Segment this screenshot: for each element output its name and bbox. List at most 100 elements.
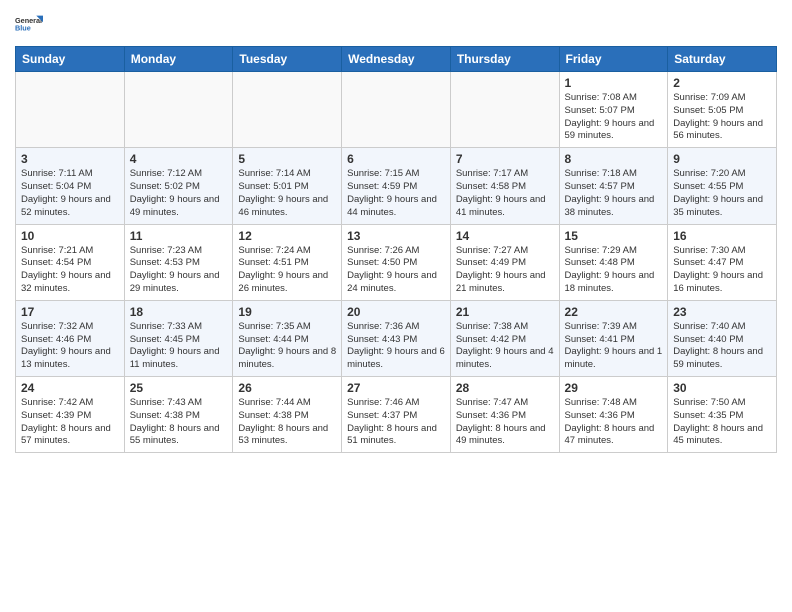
day-info: Sunrise: 7:43 AMSunset: 4:38 PMDaylight:…	[130, 397, 228, 448]
day-info: Sunrise: 7:32 AMSunset: 4:46 PMDaylight:…	[21, 321, 119, 372]
day-cell: 9 Sunrise: 7:20 AMSunset: 4:55 PMDaylight…	[668, 148, 777, 224]
day-info: Sunrise: 7:36 AMSunset: 4:43 PMDaylight:…	[347, 321, 445, 372]
col-header-tuesday: Tuesday	[233, 47, 342, 72]
day-number: 20	[347, 305, 445, 319]
col-header-friday: Friday	[559, 47, 668, 72]
day-cell: 30 Sunrise: 7:50 AMSunset: 4:35 PMDayligh…	[668, 377, 777, 453]
day-number: 25	[130, 381, 228, 395]
day-info: Sunrise: 7:47 AMSunset: 4:36 PMDaylight:…	[456, 397, 554, 448]
day-cell: 8 Sunrise: 7:18 AMSunset: 4:57 PMDaylight…	[559, 148, 668, 224]
col-header-monday: Monday	[124, 47, 233, 72]
week-row-1: 1Sunrise: 7:08 AMSunset: 5:07 PMDaylight…	[16, 72, 777, 148]
day-number: 10	[21, 229, 119, 243]
day-info: Sunrise: 7:29 AMSunset: 4:48 PMDaylight:…	[565, 245, 663, 296]
day-info: Sunrise: 7:09 AMSunset: 5:05 PMDaylight:…	[673, 92, 771, 143]
day-number: 7	[456, 152, 554, 166]
day-info: Sunrise: 7:50 AMSunset: 4:35 PMDaylight:…	[673, 397, 771, 448]
day-info: Sunrise: 7:38 AMSunset: 4:42 PMDaylight:…	[456, 321, 554, 372]
day-info: Sunrise: 7:24 AMSunset: 4:51 PMDaylight:…	[238, 245, 336, 296]
day-cell: 14 Sunrise: 7:27 AMSunset: 4:49 PMDayligh…	[450, 224, 559, 300]
day-info: Sunrise: 7:46 AMSunset: 4:37 PMDaylight:…	[347, 397, 445, 448]
day-cell: 3Sunrise: 7:11 AMSunset: 5:04 PMDaylight…	[16, 148, 125, 224]
week-row-4: 17 Sunrise: 7:32 AMSunset: 4:46 PMDayligh…	[16, 300, 777, 376]
day-cell: 16 Sunrise: 7:30 AMSunset: 4:47 PMDayligh…	[668, 224, 777, 300]
day-cell: 15 Sunrise: 7:29 AMSunset: 4:48 PMDayligh…	[559, 224, 668, 300]
day-cell: 20 Sunrise: 7:36 AMSunset: 4:43 PMDayligh…	[342, 300, 451, 376]
day-info: Sunrise: 7:44 AMSunset: 4:38 PMDaylight:…	[238, 397, 336, 448]
day-info: Sunrise: 7:35 AMSunset: 4:44 PMDaylight:…	[238, 321, 336, 372]
day-info: Sunrise: 7:39 AMSunset: 4:41 PMDaylight:…	[565, 321, 663, 372]
day-cell: 17 Sunrise: 7:32 AMSunset: 4:46 PMDayligh…	[16, 300, 125, 376]
day-number: 28	[456, 381, 554, 395]
day-cell: 24Sunrise: 7:42 AMSunset: 4:39 PMDayligh…	[16, 377, 125, 453]
day-number: 17	[21, 305, 119, 319]
page: GeneralBlue SundayMondayTuesdayWednesday…	[0, 0, 792, 612]
day-cell: 23 Sunrise: 7:40 AMSunset: 4:40 PMDayligh…	[668, 300, 777, 376]
day-number: 6	[347, 152, 445, 166]
week-row-2: 3Sunrise: 7:11 AMSunset: 5:04 PMDaylight…	[16, 148, 777, 224]
calendar-table: SundayMondayTuesdayWednesdayThursdayFrid…	[15, 46, 777, 453]
day-cell: 13Sunrise: 7:26 AMSunset: 4:50 PMDayligh…	[342, 224, 451, 300]
day-cell: 7 Sunrise: 7:17 AMSunset: 4:58 PMDaylight…	[450, 148, 559, 224]
week-row-3: 10 Sunrise: 7:21 AMSunset: 4:54 PMDayligh…	[16, 224, 777, 300]
day-cell	[233, 72, 342, 148]
day-info: Sunrise: 7:33 AMSunset: 4:45 PMDaylight:…	[130, 321, 228, 372]
day-number: 16	[673, 229, 771, 243]
day-cell: 12 Sunrise: 7:24 AMSunset: 4:51 PMDayligh…	[233, 224, 342, 300]
day-number: 9	[673, 152, 771, 166]
day-cell	[16, 72, 125, 148]
day-cell: 28 Sunrise: 7:47 AMSunset: 4:36 PMDayligh…	[450, 377, 559, 453]
day-info: Sunrise: 7:40 AMSunset: 4:40 PMDaylight:…	[673, 321, 771, 372]
day-cell: 26 Sunrise: 7:44 AMSunset: 4:38 PMDayligh…	[233, 377, 342, 453]
day-info: Sunrise: 7:27 AMSunset: 4:49 PMDaylight:…	[456, 245, 554, 296]
day-cell: 1Sunrise: 7:08 AMSunset: 5:07 PMDaylight…	[559, 72, 668, 148]
day-number: 26	[238, 381, 336, 395]
day-number: 23	[673, 305, 771, 319]
day-number: 15	[565, 229, 663, 243]
day-cell	[342, 72, 451, 148]
header-row: SundayMondayTuesdayWednesdayThursdayFrid…	[16, 47, 777, 72]
day-cell: 29Sunrise: 7:48 AMSunset: 4:36 PMDayligh…	[559, 377, 668, 453]
day-info: Sunrise: 7:30 AMSunset: 4:47 PMDaylight:…	[673, 245, 771, 296]
day-number: 2	[673, 76, 771, 90]
day-info: Sunrise: 7:21 AMSunset: 4:54 PMDaylight:…	[21, 245, 119, 296]
day-cell: 27Sunrise: 7:46 AMSunset: 4:37 PMDayligh…	[342, 377, 451, 453]
svg-text:Blue: Blue	[15, 24, 31, 33]
day-info: Sunrise: 7:20 AMSunset: 4:55 PMDaylight:…	[673, 168, 771, 219]
header: GeneralBlue	[15, 10, 777, 38]
day-number: 18	[130, 305, 228, 319]
day-number: 12	[238, 229, 336, 243]
day-number: 24	[21, 381, 119, 395]
day-cell: 10 Sunrise: 7:21 AMSunset: 4:54 PMDayligh…	[16, 224, 125, 300]
day-cell: 25 Sunrise: 7:43 AMSunset: 4:38 PMDayligh…	[124, 377, 233, 453]
day-number: 29	[565, 381, 663, 395]
day-info: Sunrise: 7:18 AMSunset: 4:57 PMDaylight:…	[565, 168, 663, 219]
day-cell: 19Sunrise: 7:35 AMSunset: 4:44 PMDayligh…	[233, 300, 342, 376]
day-info: Sunrise: 7:15 AMSunset: 4:59 PMDaylight:…	[347, 168, 445, 219]
day-cell: 5 Sunrise: 7:14 AMSunset: 5:01 PMDaylight…	[233, 148, 342, 224]
day-cell: 11Sunrise: 7:23 AMSunset: 4:53 PMDayligh…	[124, 224, 233, 300]
col-header-saturday: Saturday	[668, 47, 777, 72]
day-number: 5	[238, 152, 336, 166]
day-number: 13	[347, 229, 445, 243]
day-number: 1	[565, 76, 663, 90]
day-number: 8	[565, 152, 663, 166]
week-row-5: 24Sunrise: 7:42 AMSunset: 4:39 PMDayligh…	[16, 377, 777, 453]
logo: GeneralBlue	[15, 10, 43, 38]
day-number: 21	[456, 305, 554, 319]
col-header-thursday: Thursday	[450, 47, 559, 72]
day-cell: 18 Sunrise: 7:33 AMSunset: 4:45 PMDayligh…	[124, 300, 233, 376]
day-number: 4	[130, 152, 228, 166]
day-info: Sunrise: 7:12 AMSunset: 5:02 PMDaylight:…	[130, 168, 228, 219]
day-number: 22	[565, 305, 663, 319]
day-info: Sunrise: 7:17 AMSunset: 4:58 PMDaylight:…	[456, 168, 554, 219]
col-header-wednesday: Wednesday	[342, 47, 451, 72]
day-info: Sunrise: 7:14 AMSunset: 5:01 PMDaylight:…	[238, 168, 336, 219]
day-number: 14	[456, 229, 554, 243]
day-cell	[124, 72, 233, 148]
day-cell: 4 Sunrise: 7:12 AMSunset: 5:02 PMDaylight…	[124, 148, 233, 224]
day-number: 30	[673, 381, 771, 395]
col-header-sunday: Sunday	[16, 47, 125, 72]
day-number: 3	[21, 152, 119, 166]
day-cell: 21 Sunrise: 7:38 AMSunset: 4:42 PMDayligh…	[450, 300, 559, 376]
